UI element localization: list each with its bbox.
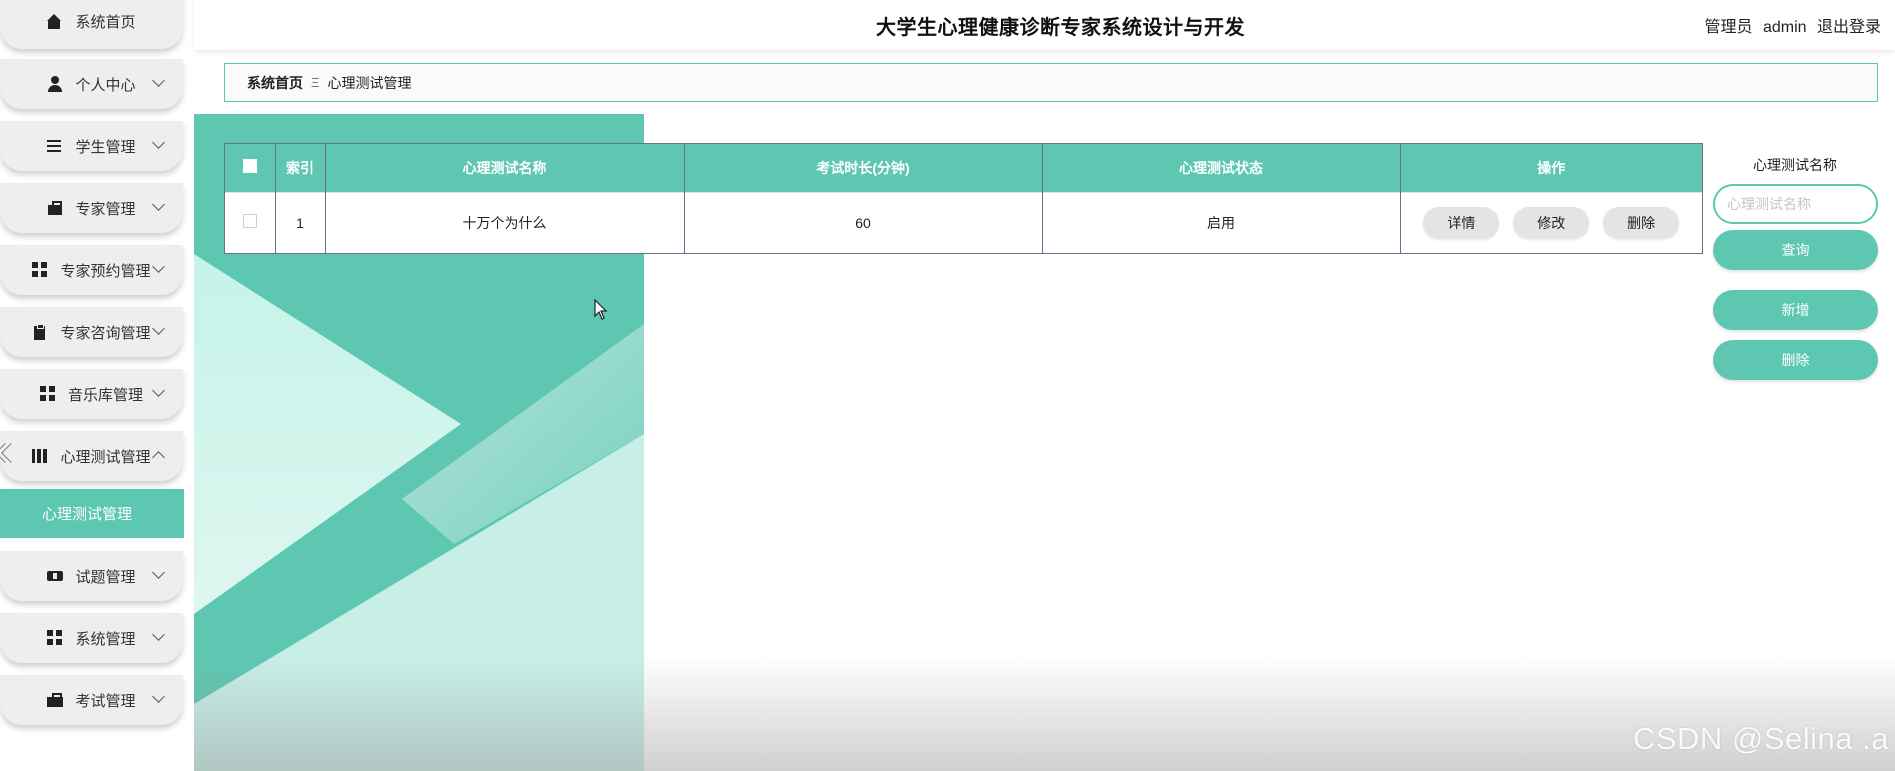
sidebar-item-label: 系统管理 [75, 630, 136, 648]
app-title: 大学生心理健康诊断专家系统设计与开发 [876, 17, 1245, 39]
search-label: 心理测试名称 [1753, 157, 1837, 173]
sidebar-item-label: 试题管理 [75, 568, 136, 586]
sidebar-item-label: 音乐库管理 [67, 386, 143, 404]
chevron-down-icon [152, 566, 165, 579]
watermark: CSDN @Selina .a [1632, 721, 1889, 756]
sidebar-item-music-library[interactable]: 音乐库管理 [0, 369, 183, 419]
column-header-index: 索引 [275, 144, 326, 192]
sidebar-item-label: 专家管理 [75, 200, 136, 218]
cell-duration: 60 [684, 191, 1043, 253]
sidebar-item-psych-tests[interactable]: 心理测试管理 [0, 431, 183, 481]
select-all-header [225, 144, 276, 192]
sidebar-subitem-psych-test-management[interactable]: 心理测试管理 [0, 489, 184, 538]
bag-icon [47, 692, 64, 708]
column-header-name: 心理测试名称 [325, 144, 685, 192]
sidebar-item-students[interactable]: 学生管理 [0, 121, 183, 171]
book-icon [32, 448, 49, 464]
sidebar-item-exams[interactable]: 考试管理 [0, 675, 183, 725]
delete-row-button[interactable]: 删除 [1603, 206, 1680, 239]
sidebar-item-system[interactable]: 系统管理 [0, 613, 183, 663]
sidebar-item-label: 个人中心 [75, 76, 136, 94]
cell-index: 1 [275, 191, 326, 253]
chevron-down-icon [152, 198, 165, 211]
select-all-checkbox[interactable] [242, 159, 257, 174]
breadcrumb-home[interactable]: 系统首页 [247, 73, 303, 93]
query-button[interactable]: 查询 [1713, 230, 1878, 270]
sidebar: 系统首页 个人中心 学生管理 专家管理 专家预约管理 专家咨询管理 音乐库管理 … [0, 0, 192, 771]
top-header: 大学生心理健康诊断专家系统设计与开发 管理员 admin 退出登录 [194, 0, 1895, 50]
ticket-icon [47, 568, 64, 584]
chevron-down-icon [152, 74, 165, 87]
sidebar-item-experts[interactable]: 专家管理 [0, 183, 183, 233]
grid-icon [39, 386, 56, 402]
grid-icon [47, 630, 64, 646]
table-row: 1 十万个为什么 60 启用 详情 修改 删除 [225, 191, 1702, 253]
logout-link[interactable]: 退出登录 [1817, 19, 1881, 36]
search-input[interactable] [1713, 184, 1878, 224]
sidebar-item-label: 专家咨询管理 [60, 324, 151, 342]
batch-delete-button[interactable]: 删除 [1713, 340, 1878, 380]
chevron-down-icon [152, 260, 165, 273]
psych-test-table: 索引 心理测试名称 考试时长(分钟) 心理测试状态 操作 1 十万个为什么 60… [224, 143, 1703, 254]
cell-actions: 详情 修改 删除 [1400, 191, 1702, 253]
row-checkbox[interactable] [242, 214, 257, 229]
detail-button[interactable]: 详情 [1423, 206, 1500, 239]
column-header-status: 心理测试状态 [1042, 144, 1401, 192]
briefcase-icon [47, 200, 63, 216]
sidebar-item-label: 考试管理 [75, 692, 136, 710]
clipboard-icon [32, 324, 48, 340]
sidebar-item-expert-appointments[interactable]: 专家预约管理 [0, 245, 183, 295]
username: admin [1762, 19, 1807, 36]
sidebar-item-label: 系统首页 [75, 14, 136, 31]
grid-icon [32, 262, 49, 278]
breadcrumb: 系统首页 Ξ 心理测试管理 [224, 63, 1878, 102]
home-icon [47, 13, 63, 30]
chevron-down-icon [152, 690, 165, 703]
cell-name: 十万个为什么 [325, 191, 685, 253]
chevron-down-icon [152, 136, 165, 149]
add-button[interactable]: 新增 [1713, 290, 1878, 330]
sidebar-item-questions[interactable]: 试题管理 [0, 551, 183, 601]
chevron-up-icon [152, 451, 165, 464]
row-select-cell [225, 191, 276, 253]
breadcrumb-current: 心理测试管理 [327, 74, 412, 91]
sidebar-item-home[interactable]: 系统首页 [0, 0, 183, 49]
sidebar-item-label: 专家预约管理 [60, 262, 151, 280]
column-header-duration: 考试时长(分钟) [684, 144, 1043, 192]
edit-button[interactable]: 修改 [1513, 206, 1590, 239]
table-header-row: 索引 心理测试名称 考试时长(分钟) 心理测试状态 操作 [225, 144, 1702, 192]
sidebar-item-profile[interactable]: 个人中心 [0, 59, 183, 109]
chevron-down-icon [152, 384, 165, 397]
column-header-actions: 操作 [1400, 144, 1702, 192]
user-role: 管理员 [1704, 19, 1753, 36]
mouse-cursor-icon [594, 299, 608, 320]
list-icon [47, 138, 64, 154]
user-icon [47, 76, 63, 92]
user-area: 管理员 admin 退出登录 [1698, 13, 1881, 37]
breadcrumb-separator: Ξ [311, 75, 320, 90]
sidebar-item-expert-consultation[interactable]: 专家咨询管理 [0, 307, 183, 357]
chevron-down-icon [152, 628, 165, 641]
cell-status: 启用 [1042, 191, 1401, 253]
sidebar-item-label: 心理测试管理 [60, 448, 151, 466]
sidebar-item-label: 学生管理 [75, 138, 136, 156]
chevron-down-icon [152, 322, 165, 335]
